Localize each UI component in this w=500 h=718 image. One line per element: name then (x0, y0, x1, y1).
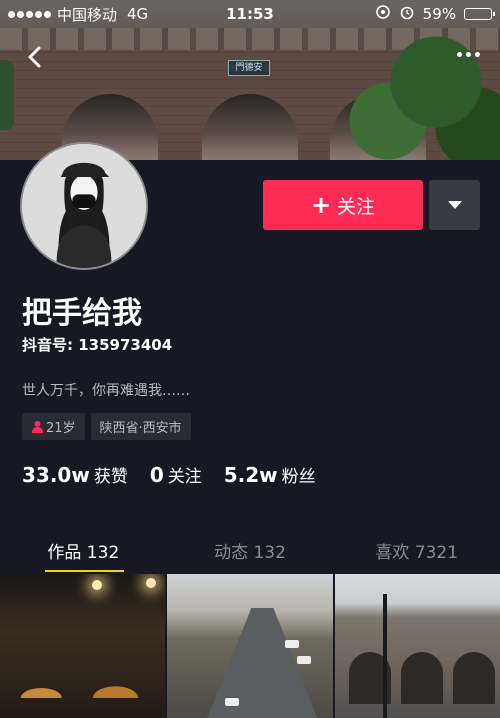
alarm-icon (399, 4, 415, 24)
more-button[interactable] (453, 44, 484, 65)
thumbnail-pole (382, 594, 387, 718)
thumbnail-arch (452, 652, 495, 704)
follow-button[interactable]: + 关注 (263, 180, 423, 230)
profile-tabs: 作品 132 动态 132 喜欢 7321 (0, 530, 500, 572)
cover-arch (202, 94, 298, 160)
battery-icon (464, 8, 495, 20)
back-button[interactable] (18, 40, 52, 74)
age-tag: 21岁 (22, 413, 85, 440)
thumbnail-car (297, 656, 312, 664)
video-thumbnail[interactable] (334, 574, 500, 718)
age-label: 21岁 (46, 421, 76, 436)
more-icon (457, 52, 480, 57)
followers-stat[interactable]: 5.2w 粉丝 (224, 462, 316, 487)
following-stat[interactable]: 0 关注 (150, 462, 202, 487)
location-icon (375, 4, 391, 24)
thumbnail-car (225, 698, 240, 706)
tab-works[interactable]: 作品 132 (0, 530, 167, 572)
battery-percent: 59% (422, 5, 456, 23)
recommend-dropdown-button[interactable] (429, 180, 480, 230)
following-count: 0 (149, 463, 164, 487)
cover-plaque: 門德安 (228, 60, 270, 76)
video-thumbnail[interactable] (167, 574, 333, 718)
back-arrow-icon (28, 46, 41, 68)
female-icon (31, 420, 44, 433)
video-thumbnail[interactable] (0, 574, 166, 718)
profile-nickname: 把手给我 (22, 296, 142, 331)
thumbnail-car (285, 640, 300, 648)
followers-count: 5.2w (223, 463, 278, 487)
likes-count: 33.0w (22, 463, 90, 487)
plus-icon: + (310, 191, 332, 219)
avatar-image (22, 144, 146, 268)
follow-button-label: 关注 (337, 195, 376, 218)
thumbnail-arches (0, 638, 166, 698)
thumbnail-lamp (92, 580, 102, 590)
likes-label: 获赞 (93, 467, 128, 487)
douyin-id: 抖音号: 135973404 (22, 336, 173, 354)
followers-label: 粉丝 (281, 467, 316, 487)
thumbnail-arch (400, 652, 443, 704)
network-type: 4G (127, 5, 149, 23)
tab-likes[interactable]: 喜欢 7321 (333, 530, 500, 570)
likes-stat: 33.0w 获赞 (22, 462, 128, 487)
following-label: 关注 (167, 467, 202, 487)
video-grid (0, 574, 500, 718)
cover-tree (0, 60, 14, 130)
thumbnail-lamp (146, 578, 156, 588)
status-bar: 中国移动 4G 11:53 59% (0, 0, 500, 28)
dropdown-caret-icon (447, 201, 462, 209)
profile-tags: 21岁 陕西省·西安市 (22, 413, 191, 440)
carrier-name: 中国移动 (57, 5, 118, 24)
profile-stats: 33.0w 获赞 0 关注 5.2w 粉丝 (22, 462, 316, 487)
location-label: 陕西省·西安市 (99, 421, 182, 436)
signal-strength-icon (8, 10, 51, 18)
location-tag: 陕西省·西安市 (90, 413, 191, 440)
tab-moments[interactable]: 动态 132 (167, 530, 334, 570)
profile-bio: 世人万千，你再难遇我…… (22, 383, 190, 399)
avatar[interactable] (20, 142, 148, 270)
